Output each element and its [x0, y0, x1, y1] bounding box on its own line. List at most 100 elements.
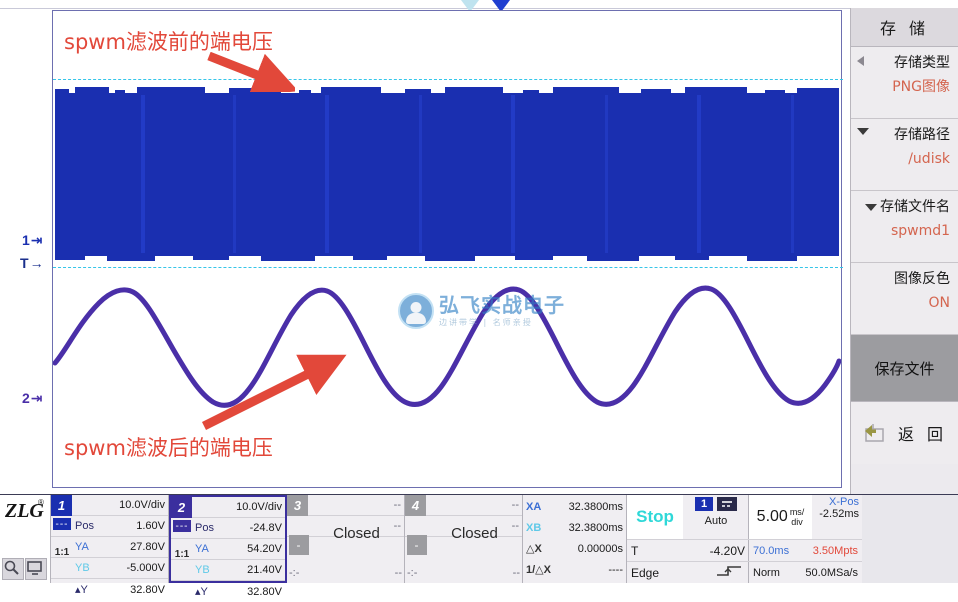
channel-4-panel[interactable]: 4 -- -- Closed -:- -- - — [405, 495, 523, 583]
inv-delta-x-value: ---- — [608, 563, 623, 576]
delta-x-label: △X — [526, 543, 542, 555]
storage-filename-value: spwmd1 — [890, 223, 950, 239]
status-bar: ZLG ® 1 10.0V/div Pos 1.60V YA 27.80V YB… — [0, 494, 958, 598]
trigger-source-group[interactable]: 1 Auto — [685, 497, 747, 537]
screen-tool-icon[interactable] — [25, 558, 47, 580]
zoom-tool-icon[interactable] — [2, 558, 24, 580]
menu-item-storage-path[interactable]: 存储路径 /udisk — [851, 119, 958, 191]
channel-2-ya-value: 54.20V — [247, 543, 282, 555]
channel-1-yb-value: -5.000V — [126, 562, 165, 574]
ch2-sine-waveform — [53, 285, 841, 408]
sample-rate-value: 50.0MSa/s — [805, 566, 858, 579]
channel-3-badge: 3 — [287, 495, 308, 516]
annotation-arrow-top-icon — [207, 52, 295, 92]
channel-3-closed-label: Closed — [333, 525, 380, 542]
image-invert-value: ON — [928, 295, 951, 311]
arrow-right-icon: ⇥ — [30, 390, 43, 406]
ch1-marker-label: 1 — [22, 232, 30, 248]
channel-3-coupling-icon[interactable]: - — [289, 535, 309, 555]
timebase-panel[interactable]: 5.00 ms/ div X-Pos -2.52ms 70.0ms 3.50Mp… — [749, 495, 862, 583]
trigger-mode: Auto — [704, 515, 728, 527]
ch2-marker-label: 2 — [22, 390, 30, 406]
x-position-group[interactable]: X-Pos -2.52ms — [813, 496, 861, 520]
xb-value: 32.3800ms — [568, 521, 623, 534]
menu-item-image-invert[interactable]: 图像反色 ON — [851, 263, 958, 335]
channel-2-panel[interactable]: 2 10.0V/div Pos -24.8V YA 54.20V YB 21.4… — [169, 495, 287, 598]
waveform-svg — [53, 87, 841, 408]
channel-2-pos-value: -24.8V — [249, 522, 282, 534]
cursor-measurement-panel[interactable]: XA 32.3800ms XB 32.3800ms △X 0.00000s 1/… — [523, 495, 627, 583]
ch2-position-marker[interactable]: 2 ⇥ — [22, 390, 43, 406]
channel-3-dy-value: -- — [394, 566, 402, 579]
trigger-position-marker[interactable]: T → — [20, 255, 44, 271]
side-menu: 存 储 存储类型 PNG图像 存储路径 /udisk 存储文件名 spwmd1 … — [850, 8, 958, 496]
channel-1-pos-label: Pos — [75, 520, 94, 532]
channel-3-scale: -- — [393, 499, 401, 511]
channel-2-yb-label: YB — [195, 564, 210, 576]
channel-2-dy-row: ▴Y 32.80V — [171, 581, 285, 602]
channel-2-probe-ratio[interactable]: 1:1 — [172, 549, 192, 560]
channel-3-dy-label: -:- — [289, 566, 300, 579]
brand-logo-block: ZLG ® — [0, 495, 51, 583]
channel-4-dy-label: -:- — [407, 566, 418, 579]
time-window-value: 70.0ms — [753, 544, 790, 557]
delta-x-value: 0.00000s — [577, 542, 623, 555]
timebase-unit-bottom: div — [791, 517, 803, 527]
measurement-row: 1/△X ---- — [523, 559, 626, 580]
arrow-right-icon: ⇥ — [30, 232, 43, 248]
registered-trademark-icon: ® — [38, 498, 44, 507]
channel-2-scale: 10.0V/div — [236, 501, 282, 513]
image-invert-label: 图像反色 — [894, 271, 950, 287]
waveform-display-area[interactable]: 1 ⇥ T → 2 ⇥ spwm滤波前的端电压 spwm滤波后的端电压 弘飞实战… — [0, 0, 850, 494]
channel-1-yb-label: YB — [75, 562, 90, 574]
channel-2-dy-label: ▴Y — [195, 586, 208, 598]
trigger-level-row: T -4.20V — [627, 539, 749, 561]
channel-1-scale: 10.0V/div — [119, 499, 165, 511]
channel-2-dy-value: 32.80V — [247, 585, 282, 598]
measurement-row: △X 0.00000s — [523, 538, 626, 559]
trigger-source-channel: 1 — [695, 497, 713, 511]
channel-4-closed-label: Closed — [451, 525, 498, 542]
channel-2-pos-label: Pos — [195, 522, 214, 534]
channel-1-dy-value: 32.80V — [130, 583, 165, 596]
trigger-level-label: T — [631, 543, 639, 558]
channel-4-scale: -- — [511, 499, 519, 511]
annotation-arrow-bottom-icon — [201, 354, 347, 431]
channel-3-dy-row: -:- -- — [287, 562, 405, 583]
channel-1-ya-value: 27.80V — [130, 541, 165, 553]
inv-delta-x-label: 1/△X — [526, 564, 551, 576]
back-button[interactable]: 返 回 — [851, 402, 958, 464]
run-status[interactable]: Stop — [627, 495, 683, 539]
channel-1-dy-label: ▴Y — [75, 584, 88, 596]
channel-1-ya-label: YA — [75, 541, 89, 553]
x-position-value: -2.52ms — [819, 508, 859, 520]
channel-1-panel[interactable]: 1 10.0V/div Pos 1.60V YA 27.80V YB -5.00… — [51, 495, 169, 596]
channel-1-coupling-icon[interactable]: --- — [53, 518, 71, 530]
trigger-type: Edge — [631, 565, 660, 580]
channel-4-coupling-icon[interactable]: - — [407, 535, 427, 555]
channel-1-pos-value: 1.60V — [136, 520, 165, 532]
channel-3-panel[interactable]: 3 -- -- Closed -:- -- - — [287, 495, 405, 583]
channel-2-coupling-icon[interactable]: --- — [173, 520, 191, 532]
storage-type-value: PNG图像 — [892, 79, 950, 95]
memory-row: 70.0ms 3.50Mpts — [749, 539, 862, 561]
menu-item-storage-type[interactable]: 存储类型 PNG图像 — [851, 47, 958, 119]
channel-1-yb-row: YB -5.000V — [51, 558, 168, 579]
trigger-slope-rising-icon — [715, 564, 745, 581]
sample-row: Norm 50.0MSa/s — [749, 561, 862, 583]
xa-label: XA — [526, 500, 542, 513]
timebase-unit-top: ms/ — [789, 507, 805, 517]
trigger-level-value: -4.20V — [709, 543, 745, 558]
channel-2-ya-label: YA — [195, 543, 209, 555]
channel-2-badge: 2 — [171, 497, 192, 518]
menu-item-storage-filename[interactable]: 存储文件名 spwmd1 — [851, 191, 958, 263]
save-file-button[interactable]: 保存文件 — [851, 335, 958, 402]
trigger-panel[interactable]: Stop 1 Auto T -4.20V Edge — [627, 495, 749, 583]
acquisition-mode: Norm — [753, 566, 780, 579]
x-position-label: X-Pos — [829, 496, 859, 508]
ch1-position-marker[interactable]: 1 ⇥ — [22, 232, 43, 248]
back-arrow-icon — [864, 424, 884, 442]
channel-1-probe-ratio[interactable]: 1:1 — [52, 547, 72, 558]
chevron-down-icon — [865, 203, 877, 211]
timebase-scale[interactable]: 5.00 ms/ div — [749, 495, 812, 539]
